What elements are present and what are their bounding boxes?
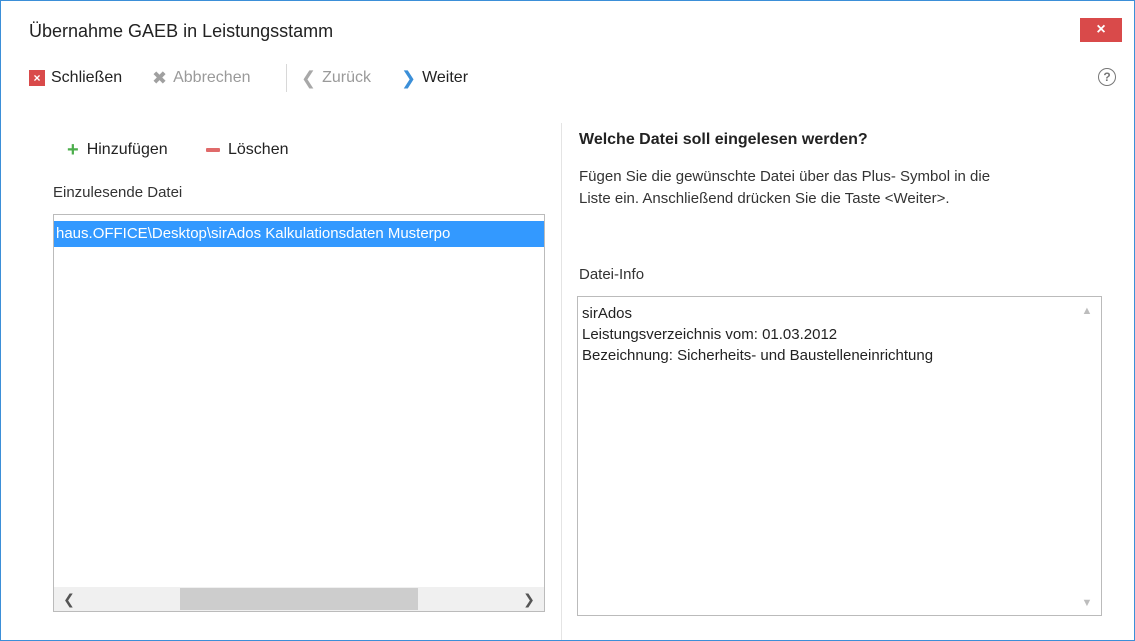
list-item[interactable]: haus.OFFICE\Desktop\sirAdos Kalkulations… [54,221,544,247]
cancel-button[interactable]: ✖ Abbrechen [152,67,250,89]
delete-button[interactable]: Löschen [206,141,289,159]
file-info-line: Bezeichnung: Sicherheits- und Baustellen… [582,347,934,364]
scroll-right-icon[interactable]: ❯ [518,587,540,611]
cancel-button-label: Abbrechen [173,69,251,86]
instruction-text: Fügen Sie die gewünschte Datei über das … [579,166,1089,210]
delete-button-label: Löschen [228,141,289,158]
add-button-label: Hinzufügen [86,141,168,158]
scroll-up-icon[interactable]: ▲ [1081,305,1093,317]
next-button-label: Weiter [422,69,469,86]
chevron-left-icon: ❮ [301,68,317,88]
plus-icon: + [67,139,79,161]
toolbar: × Schließen ✖ Abbrechen ❮ Zurück ❯ Weite… [1,56,1134,98]
file-info-line: Leistungsverzeichnis vom: 01.03.2012 [582,326,838,343]
chevron-right-icon: ❯ [401,68,417,88]
dialog-window: Übernahme GAEB in Leistungsstamm × × Sch… [0,0,1135,641]
back-button-label: Zurück [322,69,371,86]
scrollbar-thumb[interactable] [180,588,418,610]
file-list-label: Einzulesende Datei [53,184,183,201]
back-button[interactable]: ❮ Zurück [301,67,371,89]
close-button[interactable]: × Schließen [29,67,122,89]
window-close-button[interactable]: × [1080,18,1122,42]
file-info-box: sirAdos Leistungsverzeichnis vom: 01.03.… [577,296,1102,616]
file-info-line: sirAdos [582,305,633,322]
scroll-left-icon[interactable]: ❮ [58,587,80,611]
window-title: Übernahme GAEB in Leistungsstamm [29,21,334,41]
file-list[interactable]: haus.OFFICE\Desktop\sirAdos Kalkulations… [53,214,545,612]
instruction-line: Fügen Sie die gewünschte Datei über das … [579,168,991,185]
help-icon[interactable]: ? [1098,68,1116,86]
panel-divider [561,123,562,640]
close-icon: × [29,70,45,86]
horizontal-scrollbar[interactable]: ❮ ❯ [54,587,544,611]
file-info-label: Datei-Info [579,266,645,283]
add-button[interactable]: + Hinzufügen [67,139,168,161]
toolbar-separator [286,64,287,92]
instruction-line: Liste ein. Anschließend drücken Sie die … [579,190,950,207]
cancel-icon: ✖ [152,68,168,88]
minus-icon [206,148,220,152]
scroll-down-icon[interactable]: ▼ [1081,597,1093,609]
step-heading: Welche Datei soll eingelesen werden? [579,131,868,148]
title-bar: Übernahme GAEB in Leistungsstamm × [1,1,1134,51]
next-button[interactable]: ❯ Weiter [401,67,468,89]
close-button-label: Schließen [51,69,123,86]
